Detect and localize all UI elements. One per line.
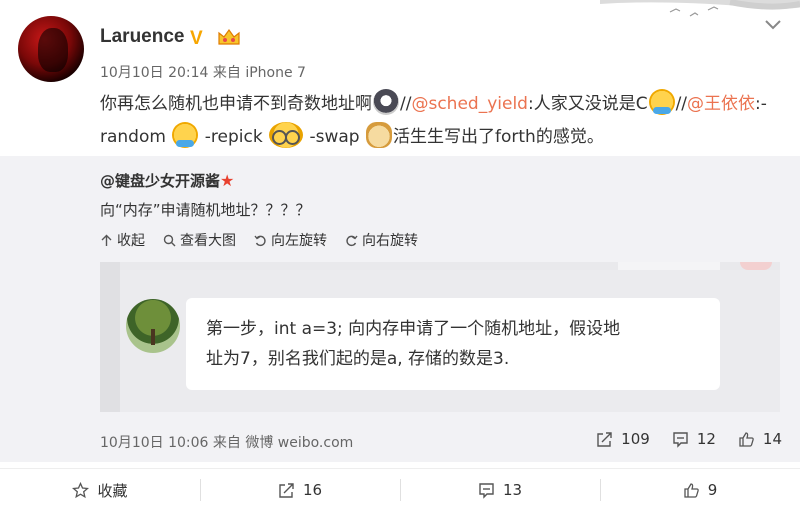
post-text: 你再怎么随机也申请不到奇数地址啊//@sched_yield:人家又没说是C//…: [100, 88, 790, 154]
repost-like-button[interactable]: 14: [738, 430, 782, 448]
image-toolbar: 收起 查看大图 向左旋转 向右旋转: [100, 230, 418, 250]
collapse-button[interactable]: 收起: [100, 230, 145, 250]
like-count: 9: [707, 481, 718, 499]
post-text-part: 活生生写出了forth的感觉。: [393, 127, 604, 147]
repost-button[interactable]: 16: [200, 469, 400, 511]
post-text-part: -swap: [304, 127, 360, 147]
rotate-left-button[interactable]: 向左旋转: [254, 230, 327, 250]
glasses-emoji-icon: [269, 122, 304, 148]
mention-link[interactable]: @王依依: [687, 94, 755, 114]
repost-forward-button[interactable]: 109: [596, 430, 650, 448]
comment-count: 12: [696, 430, 716, 448]
rotate-right-button[interactable]: 向右旋转: [345, 230, 418, 250]
like-icon: [684, 482, 699, 498]
crown-icon: [218, 28, 240, 45]
repost-author[interactable]: @键盘少女开源酱★: [100, 170, 234, 191]
share-icon: [279, 482, 294, 498]
favorite-button[interactable]: 收藏: [0, 469, 200, 511]
comment-count: 13: [502, 481, 523, 499]
repost-text: 向“内存”申请随机地址？？？？: [100, 201, 311, 219]
post-text-part: //: [675, 94, 688, 114]
chevron-down-icon[interactable]: [764, 18, 782, 32]
image-decoration: [740, 262, 772, 270]
doge-emoji-icon: [366, 122, 392, 148]
post-text-part: -repick: [199, 127, 263, 147]
shy-emoji-icon: [172, 122, 199, 148]
share-icon: [597, 431, 612, 447]
tool-label: 向右旋转: [362, 233, 418, 249]
image-border: [100, 262, 120, 412]
post-text-part: 你再怎么随机也申请不到奇数地址啊: [100, 94, 372, 114]
chat-line: 址为7，别名我们起的是a, 存储的数是3.: [206, 349, 510, 369]
like-button[interactable]: 9: [600, 469, 800, 511]
comment-icon: [673, 431, 688, 448]
like-icon: [739, 431, 754, 447]
repost-count: 109: [621, 430, 650, 448]
chat-bubble: 第一步，int a=3; 向内存申请了一个随机地址，假设地 址为7，别名我们起的…: [186, 298, 720, 390]
repost-comment-button[interactable]: 12: [672, 430, 716, 448]
tool-label: 收起: [117, 233, 145, 249]
husky-emoji-icon: [373, 89, 399, 115]
favorite-label: 收藏: [97, 481, 128, 500]
post-text-part: //: [400, 94, 412, 114]
tree-avatar: [126, 299, 180, 353]
tool-label: 查看大图: [180, 233, 236, 249]
rotate-right-icon: [346, 235, 358, 246]
view-large-button[interactable]: 查看大图: [163, 230, 236, 250]
repost-stats: 109 12 14: [596, 430, 782, 448]
star-icon: ★: [220, 171, 235, 190]
chat-line: 第一步，int a=3; 向内存申请了一个随机地址，假设地: [206, 319, 621, 339]
collapse-icon: [101, 234, 112, 246]
verified-icon: V: [190, 28, 203, 49]
tool-label: 向左旋转: [271, 233, 327, 249]
star-outline-icon: [72, 481, 90, 498]
header-decoration: [600, 0, 800, 17]
mention-link[interactable]: @sched_yield: [411, 94, 528, 114]
repost-author-name[interactable]: @键盘少女开源酱: [100, 172, 220, 190]
repost-meta: 10月10日 10:06 来自 微博 weibo.com: [100, 435, 354, 451]
rotate-left-icon: [254, 235, 266, 246]
username[interactable]: Laruence: [100, 26, 184, 48]
comment-icon: [479, 482, 494, 499]
repost-count: 16: [302, 481, 323, 499]
image-decoration: [618, 262, 720, 270]
comment-button[interactable]: 13: [400, 469, 600, 511]
shy-emoji-icon: [648, 89, 675, 115]
post-meta: 10月10日 20:14 来自 iPhone 7: [100, 65, 306, 81]
action-bar: 收藏 16 13 9: [0, 468, 800, 511]
like-count: 14: [762, 430, 782, 448]
search-icon: [163, 234, 176, 246]
post-text-part: :人家又没说是C: [527, 94, 648, 114]
avatar[interactable]: [18, 16, 84, 82]
